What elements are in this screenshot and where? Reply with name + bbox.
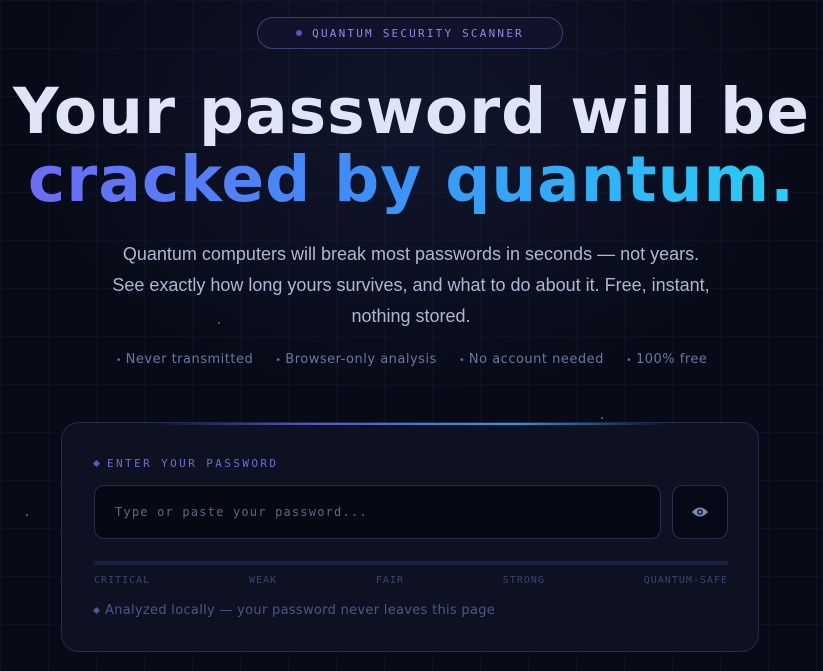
- password-field-label: ENTER YOUR PASSWORD: [92, 457, 279, 470]
- strength-level-quantum-safe: QUANTUM-SAFE: [643, 575, 728, 586]
- hero-title-line-2: cracked by quantum.: [27, 143, 796, 216]
- feature-item: Browser-only analysis: [275, 352, 437, 367]
- hero-title-line-1: Your password will be: [13, 75, 810, 148]
- hero-title: Your password will be cracked by quantum…: [0, 78, 823, 214]
- scanner-badge: QUANTUM SECURITY SCANNER: [257, 17, 563, 49]
- scanner-card: ENTER YOUR PASSWORD CRITICAL WEAK FAIR S…: [61, 422, 759, 652]
- card-accent-line: [152, 423, 668, 425]
- privacy-note-text: Analyzed locally — your password never l…: [105, 603, 496, 618]
- diamond-icon: [92, 606, 101, 615]
- diamond-icon: [92, 459, 101, 468]
- hero-subtitle: Quantum computers will break most passwo…: [112, 244, 710, 326]
- strength-level-fair: FAIR: [375, 575, 404, 586]
- toggle-visibility-button[interactable]: [672, 485, 728, 539]
- background-star: [601, 417, 603, 419]
- privacy-note: Analyzed locally — your password never l…: [92, 603, 496, 618]
- background-star: [26, 514, 28, 516]
- feature-list: Never transmitted Browser-only analysis …: [0, 352, 823, 367]
- strength-meter: [94, 561, 728, 565]
- badge-dot-icon: [296, 30, 303, 36]
- strength-level-critical: CRITICAL: [94, 575, 151, 586]
- password-field-label-text: ENTER YOUR PASSWORD: [107, 457, 279, 470]
- strength-level-weak: WEAK: [248, 575, 278, 586]
- strength-level-strong: STRONG: [502, 575, 545, 586]
- feature-item: No account needed: [459, 352, 604, 367]
- feature-item: Never transmitted: [116, 352, 254, 367]
- strength-levels: CRITICAL WEAK FAIR STRONG QUANTUM-SAFE: [94, 575, 728, 586]
- feature-item: 100% free: [626, 352, 708, 367]
- badge-label: QUANTUM SECURITY SCANNER: [312, 26, 524, 40]
- password-input[interactable]: [94, 485, 661, 539]
- eye-icon: [691, 503, 709, 522]
